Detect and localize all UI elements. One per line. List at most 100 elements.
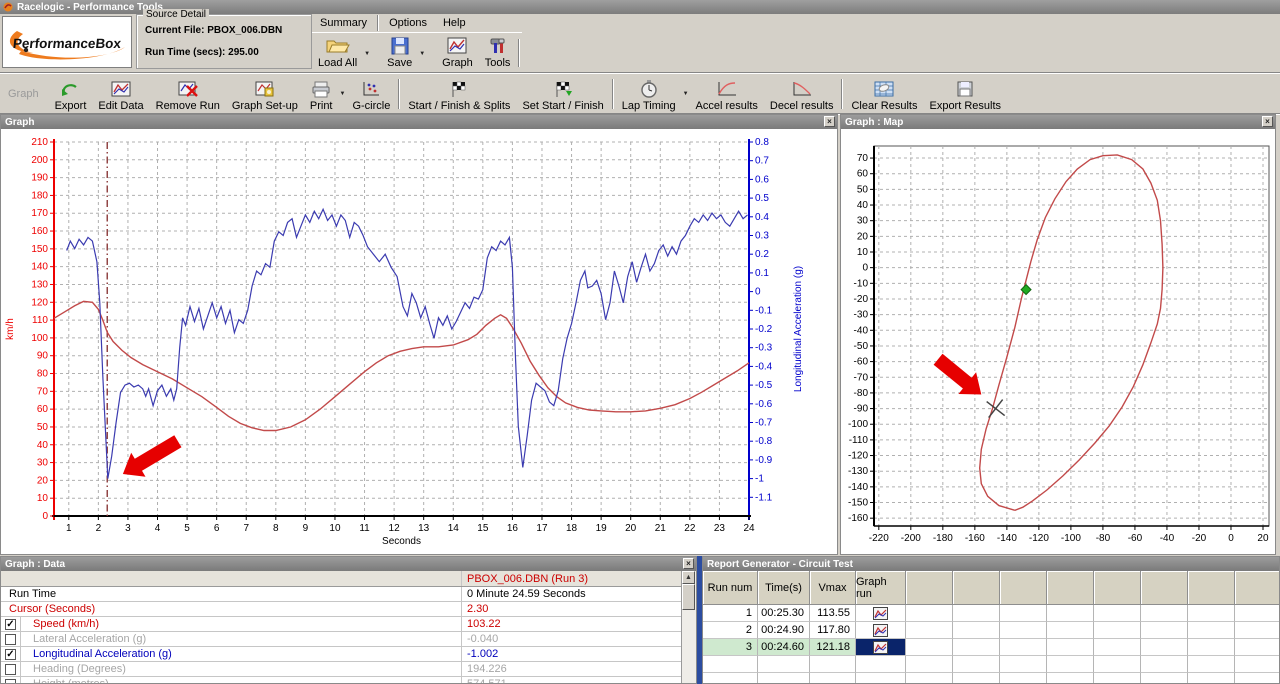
- report-cell[interactable]: [1141, 605, 1188, 622]
- clear-results-button[interactable]: Clear Results: [845, 76, 923, 113]
- report-cell[interactable]: [1235, 622, 1279, 639]
- report-vmax[interactable]: 121.18: [810, 639, 856, 656]
- data-table-scrollbar[interactable]: ▲: [681, 571, 696, 683]
- report-cell[interactable]: [1000, 656, 1047, 673]
- report-cell[interactable]: [1188, 639, 1235, 656]
- report-column-header[interactable]: [1047, 571, 1094, 605]
- report-time[interactable]: 00:25.30: [758, 605, 810, 622]
- report-graph-run[interactable]: [856, 605, 906, 622]
- report-cell[interactable]: [1141, 639, 1188, 656]
- report-cell[interactable]: [906, 605, 953, 622]
- menu-summary[interactable]: Summary: [312, 15, 375, 31]
- report-graph-run[interactable]: [856, 622, 906, 639]
- report-column-header[interactable]: [906, 571, 953, 605]
- graph-panel-close-button[interactable]: ×: [824, 116, 835, 127]
- report-cell[interactable]: [1141, 622, 1188, 639]
- report-vmax[interactable]: 113.55: [810, 605, 856, 622]
- print-button[interactable]: Print: [304, 76, 339, 113]
- report-cell[interactable]: [1141, 656, 1188, 673]
- accel-results-button[interactable]: Accel results: [690, 76, 764, 113]
- report-cell[interactable]: [1047, 656, 1094, 673]
- report-cell[interactable]: [1094, 656, 1141, 673]
- data-row-checkbox[interactable]: [5, 679, 16, 684]
- report-cell[interactable]: [1235, 656, 1279, 673]
- start-finish-splits-button[interactable]: Start / Finish & Splits: [402, 76, 516, 113]
- report-cell[interactable]: [1188, 656, 1235, 673]
- set-start-finish-button[interactable]: Set Start / Finish: [516, 76, 609, 113]
- scrollbar-thumb[interactable]: [682, 584, 695, 610]
- report-cell[interactable]: [856, 656, 906, 673]
- load-all-dropdown[interactable]: ▼: [364, 51, 370, 57]
- data-row-checkbox[interactable]: [5, 664, 16, 675]
- report-cell[interactable]: [1094, 622, 1141, 639]
- report-cell[interactable]: [703, 673, 758, 683]
- report-cell[interactable]: [1000, 605, 1047, 622]
- report-cell[interactable]: [1235, 673, 1279, 683]
- lap-timing-dropdown[interactable]: ▼: [683, 91, 689, 97]
- graph-setup-button[interactable]: Graph Set-up: [226, 76, 304, 113]
- report-time[interactable]: 00:24.60: [758, 639, 810, 656]
- report-cell[interactable]: [810, 656, 856, 673]
- report-cell[interactable]: [1235, 639, 1279, 656]
- report-cell[interactable]: [758, 656, 810, 673]
- report-cell[interactable]: [1000, 639, 1047, 656]
- report-cell[interactable]: [703, 656, 758, 673]
- report-column-header[interactable]: [953, 571, 1000, 605]
- report-cell[interactable]: [1047, 605, 1094, 622]
- scroll-up-button[interactable]: ▲: [682, 571, 695, 584]
- load-all-button[interactable]: Load All: [312, 33, 363, 70]
- report-cell[interactable]: [1141, 673, 1188, 683]
- edit-data-button[interactable]: Edit Data: [92, 76, 149, 113]
- remove-run-button[interactable]: Remove Run: [150, 76, 226, 113]
- graph-button[interactable]: Graph: [436, 33, 479, 70]
- report-cell[interactable]: [1000, 673, 1047, 683]
- report-cell[interactable]: [1094, 605, 1141, 622]
- report-cell[interactable]: [906, 673, 953, 683]
- report-time[interactable]: 00:24.90: [758, 622, 810, 639]
- report-cell[interactable]: [953, 639, 1000, 656]
- g-circle-button[interactable]: G-circle: [346, 76, 396, 113]
- report-column-header[interactable]: [1000, 571, 1047, 605]
- data-panel-close-button[interactable]: ×: [683, 558, 694, 569]
- report-vmax[interactable]: 117.80: [810, 622, 856, 639]
- report-cell[interactable]: [1047, 622, 1094, 639]
- report-cell[interactable]: [1188, 673, 1235, 683]
- menu-help[interactable]: Help: [435, 15, 474, 31]
- report-column-header[interactable]: Graph run: [856, 571, 906, 605]
- report-cell[interactable]: [810, 673, 856, 683]
- tools-button[interactable]: Tools: [479, 33, 517, 70]
- print-dropdown[interactable]: ▼: [340, 91, 346, 97]
- report-cell[interactable]: [953, 622, 1000, 639]
- decel-results-button[interactable]: Decel results: [764, 76, 840, 113]
- report-cell[interactable]: [1235, 605, 1279, 622]
- report-graph-run[interactable]: [856, 639, 906, 656]
- report-cell[interactable]: [856, 673, 906, 683]
- export-button[interactable]: Export: [49, 76, 93, 113]
- report-cell[interactable]: [1188, 622, 1235, 639]
- report-cell[interactable]: [953, 656, 1000, 673]
- report-column-header[interactable]: [1141, 571, 1188, 605]
- report-cell[interactable]: [1188, 605, 1235, 622]
- data-row-checkbox[interactable]: ✓: [5, 649, 16, 660]
- report-cell[interactable]: [1000, 622, 1047, 639]
- lap-timing-button[interactable]: Lap Timing: [616, 76, 682, 113]
- report-column-header[interactable]: Vmax: [810, 571, 856, 605]
- report-column-header[interactable]: [1235, 571, 1279, 605]
- report-column-header[interactable]: [1188, 571, 1235, 605]
- report-cell[interactable]: [1047, 673, 1094, 683]
- report-run-num[interactable]: 3: [703, 639, 758, 656]
- export-results-button[interactable]: Export Results: [923, 76, 1007, 113]
- data-row-checkbox[interactable]: [5, 634, 16, 645]
- report-cell[interactable]: [906, 622, 953, 639]
- report-cell[interactable]: [758, 673, 810, 683]
- menu-options[interactable]: Options: [381, 15, 435, 31]
- report-column-header[interactable]: Time(s): [758, 571, 810, 605]
- report-cell[interactable]: [1094, 639, 1141, 656]
- save-dropdown[interactable]: ▼: [419, 51, 425, 57]
- report-cell[interactable]: [906, 656, 953, 673]
- map-panel-close-button[interactable]: ×: [1262, 116, 1273, 127]
- report-cell[interactable]: [1047, 639, 1094, 656]
- report-column-header[interactable]: Run num: [703, 571, 758, 605]
- report-run-num[interactable]: 2: [703, 622, 758, 639]
- report-cell[interactable]: [906, 639, 953, 656]
